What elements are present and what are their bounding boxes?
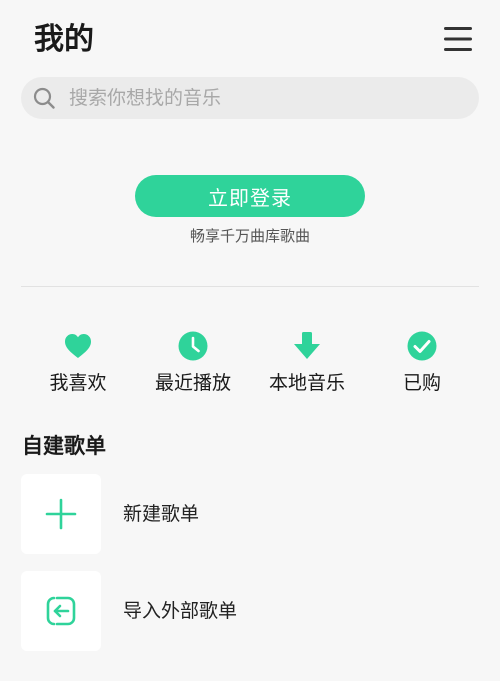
shortcut-favorites[interactable]: 我喜欢 xyxy=(23,330,133,394)
clock-icon xyxy=(178,331,208,361)
section-title: 自建歌单 xyxy=(22,434,106,458)
shortcut-recent[interactable]: 最近播放 xyxy=(138,330,248,394)
plus-icon xyxy=(45,498,77,530)
login-subtitle: 畅享千万曲库歌曲 xyxy=(189,227,310,245)
header: 我的 xyxy=(0,0,500,76)
shortcut-local-music[interactable]: 本地音乐 xyxy=(252,330,362,394)
search-icon xyxy=(33,87,55,109)
playlist-tile xyxy=(21,474,101,554)
search-bar[interactable] xyxy=(21,77,479,119)
page-title: 我的 xyxy=(34,22,94,57)
shortcut-label: 最近播放 xyxy=(154,372,231,394)
create-playlist-button[interactable]: 新建歌单 xyxy=(21,474,481,554)
hamburger-menu-icon xyxy=(444,27,472,51)
playlist-label: 新建歌单 xyxy=(123,503,200,525)
download-icon xyxy=(294,332,320,359)
shortcut-label: 已购 xyxy=(402,372,441,394)
divider xyxy=(21,286,479,287)
shortcut-label: 本地音乐 xyxy=(268,372,345,394)
shortcut-label: 我喜欢 xyxy=(49,372,107,394)
playlist-label: 导入外部歌单 xyxy=(123,600,238,622)
heart-icon xyxy=(65,334,91,358)
check-circle-icon xyxy=(407,331,437,361)
menu-button[interactable] xyxy=(443,25,473,53)
login-button[interactable]: 立即登录 xyxy=(135,175,365,217)
playlist-tile xyxy=(21,571,101,651)
shortcut-row: 我喜欢 最近播放 本地音乐 已购 xyxy=(0,330,500,394)
import-playlist-button[interactable]: 导入外部歌单 xyxy=(21,571,481,651)
import-icon xyxy=(46,596,76,626)
search-input[interactable] xyxy=(67,86,451,110)
shortcut-purchased[interactable]: 已购 xyxy=(367,330,477,394)
